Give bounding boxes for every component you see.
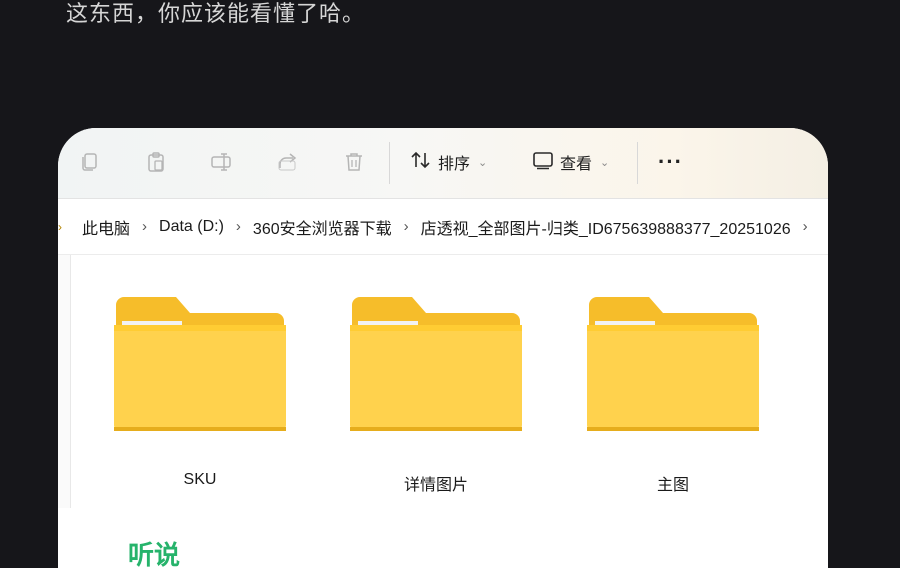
- breadcrumb: › 此电脑 › Data (D:) › 360安全浏览器下载 › 店透视_全部图…: [58, 199, 828, 255]
- chevron-down-icon: ⌄: [478, 156, 488, 169]
- toolbar-divider: [389, 142, 390, 184]
- bottom-heading: 听说: [128, 540, 181, 568]
- breadcrumb-item[interactable]: 此电脑: [68, 215, 134, 239]
- sort-button[interactable]: 排序 ⌄: [410, 148, 487, 176]
- breadcrumb-separator[interactable]: ›: [134, 218, 155, 235]
- folder-icon: [350, 297, 522, 431]
- navigation-pane-edge: [58, 255, 71, 508]
- breadcrumb-item[interactable]: 店透视_全部图片-归类_ID675639888377_20251026: [417, 215, 795, 239]
- view-label: 查看: [560, 156, 593, 173]
- sort-label: 排序: [438, 156, 471, 173]
- folder-icon: [114, 297, 286, 431]
- copy-icon[interactable]: [78, 150, 102, 174]
- folder-name: SKU: [183, 471, 217, 488]
- rename-icon[interactable]: [210, 150, 234, 174]
- view-button[interactable]: 查看 ⌄: [532, 148, 609, 176]
- folder-icon: [587, 297, 759, 431]
- top-caption: 这东西，你应该能看懂了哈。: [66, 1, 366, 26]
- toolbar-divider: [637, 142, 638, 184]
- breadcrumb-separator[interactable]: ›: [396, 218, 417, 235]
- breadcrumb-separator[interactable]: ›: [228, 218, 249, 235]
- chevron-right-icon: ›: [58, 219, 62, 234]
- sort-icon: [410, 149, 432, 176]
- breadcrumb-item[interactable]: Data (D:): [155, 218, 228, 236]
- folder-name: 主图: [656, 477, 689, 494]
- more-options-button[interactable]: ···: [658, 148, 683, 176]
- paste-icon[interactable]: [144, 150, 168, 174]
- folder-name: 详情图片: [403, 477, 468, 494]
- folder-item[interactable]: 详情图片: [336, 295, 536, 505]
- breadcrumb-item[interactable]: 360安全浏览器下载: [249, 215, 396, 239]
- file-explorer-window: 排序 ⌄ 查看 ⌄ ··· › 此电脑 › Data (D:) › 360安全浏…: [58, 128, 828, 568]
- folder-item[interactable]: 主图: [573, 295, 773, 505]
- folder-item[interactable]: SKU: [100, 295, 300, 505]
- file-list: SKU 详情图片 主图 听说: [58, 255, 828, 568]
- chevron-down-icon: ⌄: [600, 156, 610, 169]
- view-icon: [532, 149, 554, 176]
- delete-icon[interactable]: [342, 150, 366, 174]
- share-icon[interactable]: [276, 150, 300, 174]
- breadcrumb-separator[interactable]: ›: [795, 218, 816, 235]
- toolbar: 排序 ⌄ 查看 ⌄ ···: [58, 128, 828, 199]
